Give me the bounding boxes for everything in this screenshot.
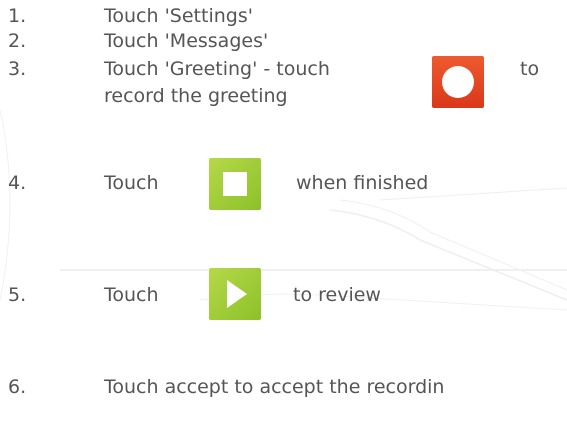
step-2-number: 2. [8,30,27,52]
step-3-number: 3. [8,58,27,80]
step-3-text-line2: record the greeting [104,85,288,107]
step-4-number: 4. [8,172,27,194]
step-5-text: Touch [104,284,159,306]
step-3-text-after: to [520,58,540,80]
play-icon [227,280,247,308]
stop-icon [223,172,247,196]
step-2-text: Touch 'Messages' [104,30,269,52]
step-3-text: Touch 'Greeting' - touch [104,58,330,80]
record-button-icon [432,56,484,108]
step-6-text: Touch accept to accept the recordin [104,376,445,398]
step-5-number: 5. [8,284,27,306]
step-5-text-after: to review [293,284,381,306]
step-6-number: 6. [8,376,27,398]
stop-button-icon [209,158,261,210]
record-icon [442,66,474,98]
step-4-text: Touch [104,172,159,194]
step-1-text: Touch 'Settings' [104,5,253,27]
step-1-number: 1. [8,5,27,27]
step-4-text-after: when finished [296,172,429,194]
play-button-icon [209,268,261,320]
